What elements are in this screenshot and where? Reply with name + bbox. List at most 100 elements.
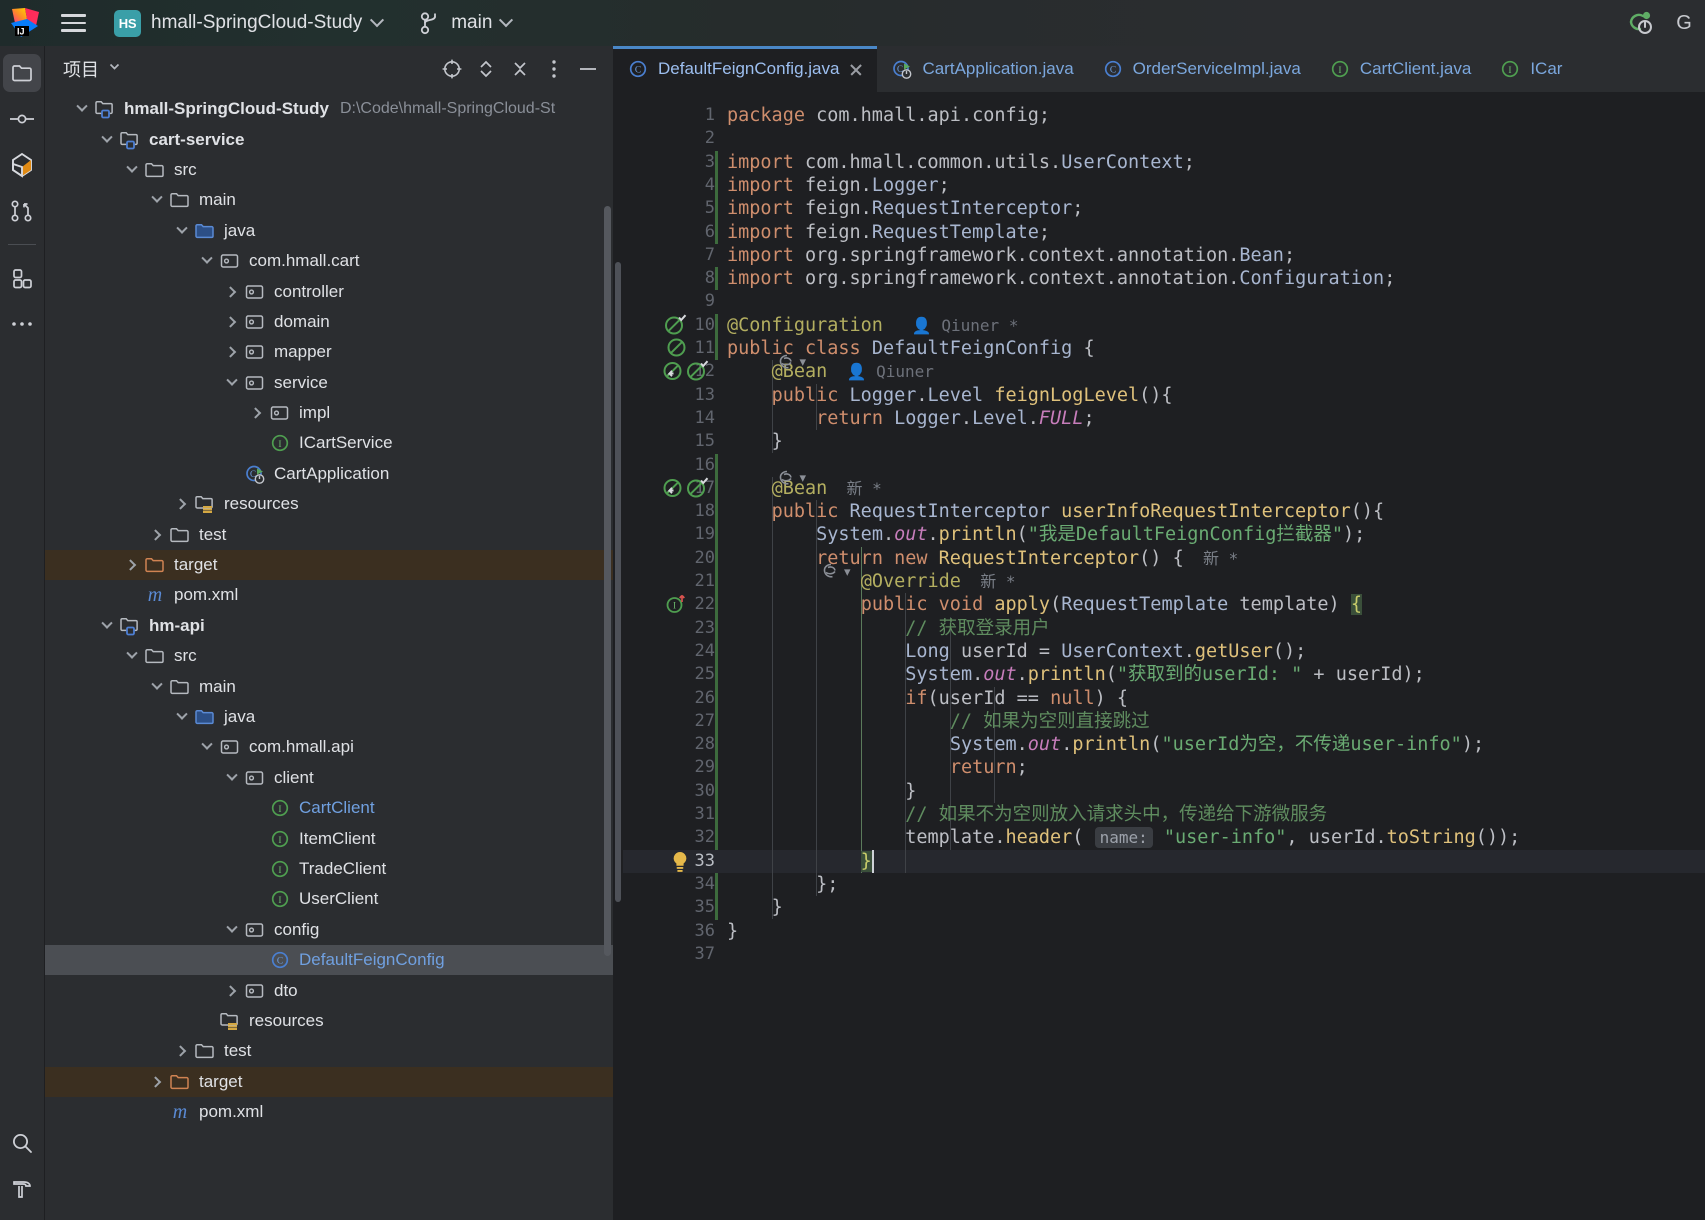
chevron-down-icon[interactable] <box>96 129 118 151</box>
chevron-right-icon[interactable] <box>221 311 243 333</box>
chevron-down-icon[interactable] <box>221 372 243 394</box>
chevron-right-icon[interactable] <box>146 524 168 546</box>
tree-row-java[interactable]: java <box>45 216 613 246</box>
search-everywhere-titlebar-icon[interactable]: G <box>1669 8 1699 38</box>
code-line[interactable]: // 获取登录用户 <box>723 617 1050 640</box>
spring-bean-inlay-icon[interactable]: ▾ <box>822 563 851 581</box>
tree-row-src[interactable]: src <box>45 155 613 185</box>
code-text-area[interactable]: package com.hmall.api.config; import com.… <box>723 92 1705 1220</box>
tree-row-defaultfeignconfig[interactable]: CDefaultFeignConfig <box>45 945 613 975</box>
chevron-right-icon[interactable] <box>121 554 143 576</box>
intention-bulb-icon[interactable] <box>668 849 692 880</box>
tree-row-main[interactable]: main <box>45 185 613 215</box>
chevron-down-icon[interactable] <box>121 159 143 181</box>
bean-navigate-icon[interactable] <box>661 359 685 388</box>
code-line[interactable]: } <box>723 920 738 943</box>
bean-candidate-icon[interactable] <box>685 359 711 388</box>
chevron-right-icon[interactable] <box>171 493 193 515</box>
sidebar-item-commit[interactable] <box>3 100 41 138</box>
options-menu-icon[interactable] <box>539 54 569 84</box>
sidebar-item-pull-requests[interactable] <box>3 192 41 230</box>
tree-row-service[interactable]: service <box>45 368 613 398</box>
code-line[interactable]: @Bean 👤 Qiuner <box>723 360 934 383</box>
tree-row-java[interactable]: java <box>45 702 613 732</box>
code-line[interactable]: public Logger.Level feignLogLevel(){ <box>723 384 1173 407</box>
tree-row-tradeclient[interactable]: ITradeClient <box>45 854 613 884</box>
code-line[interactable]: // 如果不为空则放入请求头中，传递给下游微服务 <box>723 803 1327 826</box>
project-selector[interactable]: HS hmall-SpringCloud-Study <box>106 6 390 41</box>
tree-row-src[interactable]: src <box>45 641 613 671</box>
code-line[interactable]: @Override 新 * <box>723 570 1015 593</box>
code-line[interactable]: import feign.Logger; <box>723 174 950 197</box>
editor-tab-cartclient-java[interactable]: ICartClient.java <box>1315 46 1486 92</box>
editor-gutter[interactable]: 1234567891011121314151617181920212223242… <box>623 92 723 1220</box>
tree-row-controller[interactable]: controller <box>45 276 613 306</box>
tree-row-pom-xml[interactable]: mpom.xml <box>45 1097 613 1127</box>
code-line[interactable]: Long userId = UserContext.getUser(); <box>723 640 1306 663</box>
editor-tab-defaultfeignconfig-java[interactable]: CDefaultFeignConfig.java <box>613 46 877 92</box>
code-line[interactable]: public RequestInterceptor userInfoReques… <box>723 500 1384 523</box>
chevron-right-icon[interactable] <box>246 402 268 424</box>
code-line[interactable]: } <box>723 430 783 453</box>
spring-bean-inlay-icon[interactable]: ▾ <box>778 469 807 487</box>
expand-collapse-icon[interactable] <box>471 54 501 84</box>
tree-row-impl[interactable]: impl <box>45 398 613 428</box>
tree-row-pom-xml[interactable]: mpom.xml <box>45 580 613 610</box>
chevron-right-icon[interactable] <box>221 281 243 303</box>
chevron-down-icon[interactable] <box>146 676 168 698</box>
code-line[interactable]: return new RequestInterceptor() { 新 * <box>723 547 1238 570</box>
editor-tab-icar[interactable]: IICar <box>1485 46 1576 92</box>
tree-row-cartapplication[interactable]: CCartApplication <box>45 459 613 489</box>
tree-row-com-hmall-api[interactable]: com.hmall.api <box>45 732 613 762</box>
editor-vertical-scrollbar[interactable] <box>615 262 621 902</box>
tree-row-domain[interactable]: domain <box>45 307 613 337</box>
code-line[interactable]: return; <box>723 756 1028 779</box>
code-line[interactable]: import feign.RequestInterceptor; <box>723 197 1083 220</box>
implementing-method-icon[interactable]: I <box>665 592 689 621</box>
hamburger-menu-icon[interactable] <box>56 6 90 40</box>
code-line[interactable]: if(userId == null) { <box>723 687 1128 710</box>
spring-bean-inlay-icon[interactable]: ▾ <box>778 353 807 371</box>
chevron-right-icon[interactable] <box>171 1040 193 1062</box>
chevron-down-icon[interactable] <box>196 250 218 272</box>
code-line[interactable]: } <box>723 780 916 803</box>
bean-candidate-icon[interactable] <box>685 476 711 505</box>
code-line[interactable]: package com.hmall.api.config; <box>723 104 1050 127</box>
code-line[interactable]: @Configuration 👤 Qiuner * <box>723 314 1018 337</box>
sidebar-item-structure[interactable] <box>3 259 41 297</box>
chevron-down-icon[interactable] <box>171 706 193 728</box>
chevron-down-icon[interactable] <box>221 767 243 789</box>
code-line[interactable]: }; <box>723 873 838 896</box>
collapse-all-icon[interactable] <box>505 54 535 84</box>
close-icon[interactable] <box>848 62 863 77</box>
tree-row-cartclient[interactable]: ICartClient <box>45 793 613 823</box>
code-line[interactable]: } <box>723 850 872 873</box>
editor-tab-bar[interactable]: CDefaultFeignConfig.javaCCartApplication… <box>613 46 1705 92</box>
editor-tab-orderserviceimpl-java[interactable]: COrderServiceImpl.java <box>1088 46 1315 92</box>
tree-row-userclient[interactable]: IUserClient <box>45 884 613 914</box>
chevron-down-icon[interactable] <box>146 189 168 211</box>
code-line[interactable]: import org.springframework.context.annot… <box>723 267 1395 290</box>
code-line[interactable]: import feign.RequestTemplate; <box>723 221 1050 244</box>
code-line[interactable]: public void apply(RequestTemplate templa… <box>723 593 1362 616</box>
code-line[interactable]: } <box>723 896 783 919</box>
tree-row-target[interactable]: target <box>45 550 613 580</box>
code-line[interactable]: import com.hmall.common.utils.UserContex… <box>723 151 1195 174</box>
chevron-down-icon[interactable] <box>121 645 143 667</box>
hide-tool-window-icon[interactable] <box>573 54 603 84</box>
editor-tab-cartapplication-java[interactable]: CCartApplication.java <box>877 46 1087 92</box>
tree-row-resources[interactable]: resources <box>45 489 613 519</box>
tree-row-test[interactable]: test <box>45 519 613 549</box>
tree-row-config[interactable]: config <box>45 915 613 945</box>
chevron-down-icon[interactable] <box>71 98 93 120</box>
tree-row-main[interactable]: main <box>45 671 613 701</box>
chevron-down-icon[interactable] <box>196 736 218 758</box>
chevron-right-icon[interactable] <box>221 980 243 1002</box>
more-tool-windows-icon[interactable] <box>3 305 41 343</box>
chevron-right-icon[interactable] <box>146 1071 168 1093</box>
chevron-down-icon[interactable] <box>221 919 243 941</box>
sidebar-item-project[interactable] <box>3 54 41 92</box>
sidebar-item-ai-assistant[interactable] <box>3 146 41 184</box>
code-line[interactable]: System.out.println("我是DefaultFeignConfig… <box>723 523 1365 546</box>
tree-row-client[interactable]: client <box>45 763 613 793</box>
